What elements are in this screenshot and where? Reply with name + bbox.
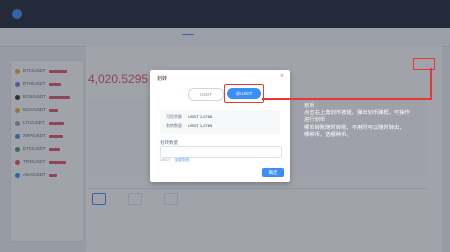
balance-row: 可用余额 USDT 1,0765 xyxy=(166,114,213,119)
annotation-text: 划币 点击右上角划币按钮，弹出划币弹框，可操作 进行划币 哪币转账随时转账，不用… xyxy=(304,103,410,138)
limit-text: USDT 全部划出 xyxy=(160,158,190,162)
transfer-modal: 划转 × USDT @USDT 可用余额 USDT 1,0765 划转数量 USDT… xyxy=(150,70,290,182)
connector-line xyxy=(262,98,432,100)
amount-input-wrapper xyxy=(160,146,282,158)
close-icon[interactable]: × xyxy=(280,73,284,80)
highlight-box xyxy=(224,84,264,103)
amount-input[interactable] xyxy=(161,147,279,156)
connector-line xyxy=(430,68,432,98)
modal-title: 划转 xyxy=(157,76,168,82)
balance-row: 划转数量 USDT 1,0765 xyxy=(166,123,213,128)
balance-info-panel: 可用余额 USDT 1,0765 划转数量 USDT 1,0765 xyxy=(160,110,280,134)
confirm-button[interactable]: 确定 xyxy=(262,168,284,177)
highlight-box-top xyxy=(413,58,435,70)
transfer-all-link[interactable]: 全部划出 xyxy=(174,158,189,162)
account-toggle-left[interactable]: USDT xyxy=(188,88,224,101)
